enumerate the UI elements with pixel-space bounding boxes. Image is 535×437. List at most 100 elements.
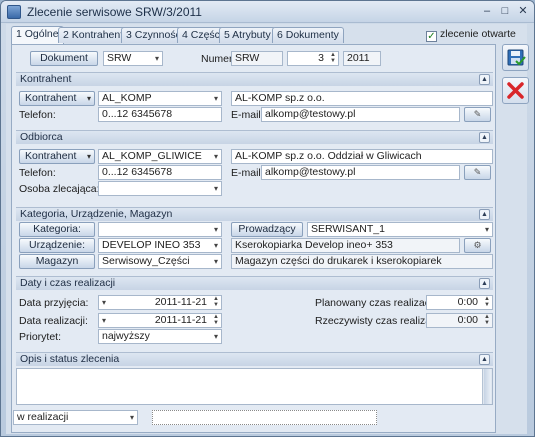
collapse-icon[interactable]: ▲	[479, 354, 490, 365]
recipient-button-label: Kontrahent	[25, 150, 77, 162]
contractor-section-header[interactable]: Kontrahent ▲	[16, 72, 493, 86]
open-order-check[interactable]: ✓	[426, 31, 437, 42]
send-email-button[interactable]: ✎	[464, 107, 491, 122]
mail-icon: ✎	[473, 167, 482, 177]
recipient-section-title: Odbiorca	[20, 131, 63, 143]
number-stepper[interactable]: 3 ▲ ▼	[287, 51, 339, 66]
status-value: w realizacji	[17, 411, 69, 423]
chevron-down-icon: ▾	[213, 94, 218, 103]
minimize-button[interactable]: –	[479, 4, 495, 19]
device-icon: ⚙	[473, 240, 482, 250]
scroll-thumb[interactable]	[484, 369, 491, 404]
chevron-down-icon: ▾	[484, 225, 489, 234]
actual-time-label: Rzeczywisty czas realizacji:	[315, 315, 444, 327]
save-button[interactable]	[502, 44, 529, 71]
realization-date-value: 2011-11-21	[154, 314, 207, 326]
description-section-title: Opis i status zlecenia	[20, 353, 120, 365]
planned-time-stepper[interactable]: 0:00 ▲ ▼	[426, 295, 493, 310]
recipient-code-value: AL_KOMP_GLIWICE	[102, 150, 202, 162]
contractor-code-value: AL_KOMP	[102, 92, 152, 104]
contractor-button-label: Kontrahent	[25, 92, 77, 104]
cancel-icon	[507, 82, 524, 99]
tab-attributes[interactable]: 5 Atrybuty	[219, 27, 276, 43]
contractor-phone-field[interactable]: 0...12 6345678	[98, 107, 222, 122]
contractor-email-field[interactable]: alkomp@testowy.pl	[261, 107, 460, 122]
tab-documents[interactable]: 6 Dokumenty	[272, 27, 344, 43]
open-order-label: zlecenie otwarte	[440, 28, 516, 40]
description-textarea[interactable]	[16, 368, 493, 405]
chevron-down-icon: ▾	[86, 152, 91, 161]
status-select[interactable]: w realizacji ▾	[13, 410, 138, 425]
recipient-email-field[interactable]: alkomp@testowy.pl	[261, 165, 460, 180]
contractor-button[interactable]: Kontrahent ▾	[19, 91, 95, 106]
app-icon	[7, 5, 21, 19]
accept-date-value: 2011-11-21	[154, 296, 207, 308]
tab-general[interactable]: 1 Ogólne	[11, 26, 64, 44]
recipient-section-header[interactable]: Odbiorca ▲	[16, 130, 493, 144]
recipient-contractor-button[interactable]: Kontrahent ▾	[19, 149, 95, 164]
device-button[interactable]: Urządzenie:	[19, 238, 95, 253]
collapse-icon[interactable]: ▲	[479, 74, 490, 85]
chevron-down-icon: ▾	[154, 54, 159, 63]
priority-label: Priorytet:	[19, 331, 62, 343]
warehouse-select[interactable]: Serwisowy_Części ▾	[98, 254, 222, 269]
chevron-down-icon: ▾	[213, 241, 218, 250]
recipient-phone-label: Telefon:	[19, 167, 56, 179]
spinner-icon[interactable]: ▲ ▼	[213, 314, 219, 326]
warehouse-description-field: Magazyn części do drukarek i kserokopiar…	[231, 254, 493, 269]
ordering-person-select[interactable]: ▾	[98, 181, 222, 196]
chevron-down-icon: ▾	[129, 413, 134, 422]
chevron-down-icon: ▾	[86, 94, 91, 103]
spinner-icon[interactable]: ▲ ▼	[330, 52, 336, 64]
service-order-window: Zlecenie serwisowe SRW/3/2011 – □ ✕ 1 Og…	[0, 0, 535, 437]
spinner-icon[interactable]: ▲ ▼	[213, 296, 219, 308]
send-email-button-recipient[interactable]: ✎	[464, 165, 491, 180]
category-select[interactable]: ▾	[98, 222, 222, 237]
document-type-select[interactable]: SRW ▾	[103, 51, 163, 66]
collapse-icon[interactable]: ▲	[479, 132, 490, 143]
cancel-button[interactable]	[502, 77, 529, 104]
description-section-header[interactable]: Opis i status zlecenia ▲	[16, 352, 493, 366]
description-scrollbar[interactable]	[482, 369, 492, 404]
warehouse-button[interactable]: Magazyn	[19, 254, 95, 269]
lead-technician-value: SERWISANT_1	[311, 223, 385, 235]
contractor-name-field[interactable]: AL-KOMP sp.z o.o.	[231, 91, 493, 106]
spinner-icon: ▲ ▼	[484, 314, 490, 326]
chevron-down-icon: ▾	[213, 257, 218, 266]
category-section-title: Kategoria, Urządzenie, Magazyn	[20, 208, 173, 220]
calendar-dropdown-icon[interactable]: ▾	[102, 296, 106, 309]
close-window-button[interactable]: ✕	[515, 4, 531, 19]
priority-select[interactable]: najwyższy ▾	[98, 329, 222, 344]
spinner-icon[interactable]: ▲ ▼	[484, 296, 490, 308]
device-select[interactable]: DEVELOP INEO 353 ▾	[98, 238, 222, 253]
maximize-button[interactable]: □	[497, 4, 513, 19]
collapse-icon[interactable]: ▲	[479, 278, 490, 289]
number-series-field: SRW	[231, 51, 283, 66]
collapse-icon[interactable]: ▲	[479, 209, 490, 220]
dates-section-title: Daty i czas realizacji	[20, 277, 116, 289]
lead-technician-button[interactable]: Prowadzący	[231, 222, 303, 237]
category-section-header[interactable]: Kategoria, Urządzenie, Magazyn ▲	[16, 207, 493, 221]
realization-date-picker[interactable]: ▾ 2011-11-21 ▲ ▼	[98, 313, 222, 328]
chevron-down-icon: ▾	[213, 184, 218, 193]
open-order-checkbox[interactable]: ✓ zlecenie otwarte	[426, 28, 516, 42]
recipient-phone-field[interactable]: 0...12 6345678	[98, 165, 222, 180]
tab-contractor[interactable]: 2 Kontrahent	[58, 27, 129, 43]
contractor-email-label: E-mail:	[231, 109, 264, 121]
form-content: 1 Ogólne 2 Kontrahent 3 Czynności 4 Częś…	[6, 24, 529, 434]
recipient-name-field[interactable]: AL-KOMP sp.z o.o. Oddział w Gliwicach	[231, 149, 493, 164]
dates-section-header[interactable]: Daty i czas realizacji ▲	[16, 276, 493, 290]
category-button[interactable]: Kategoria:	[19, 222, 95, 237]
contractor-phone-label: Telefon:	[19, 109, 56, 121]
calendar-dropdown-icon[interactable]: ▾	[102, 314, 106, 327]
status-note-field[interactable]	[152, 410, 377, 425]
document-button[interactable]: Dokument	[30, 51, 98, 66]
contractor-code-select[interactable]: AL_KOMP ▾	[98, 91, 222, 106]
save-icon	[507, 49, 526, 66]
actual-time-field: 0:00 ▲ ▼	[426, 313, 493, 328]
planned-time-value: 0:00	[457, 296, 478, 308]
accept-date-picker[interactable]: ▾ 2011-11-21 ▲ ▼	[98, 295, 222, 310]
device-card-button[interactable]: ⚙	[464, 238, 491, 253]
lead-technician-select[interactable]: SERWISANT_1 ▾	[307, 222, 493, 237]
recipient-code-select[interactable]: AL_KOMP_GLIWICE ▾	[98, 149, 222, 164]
